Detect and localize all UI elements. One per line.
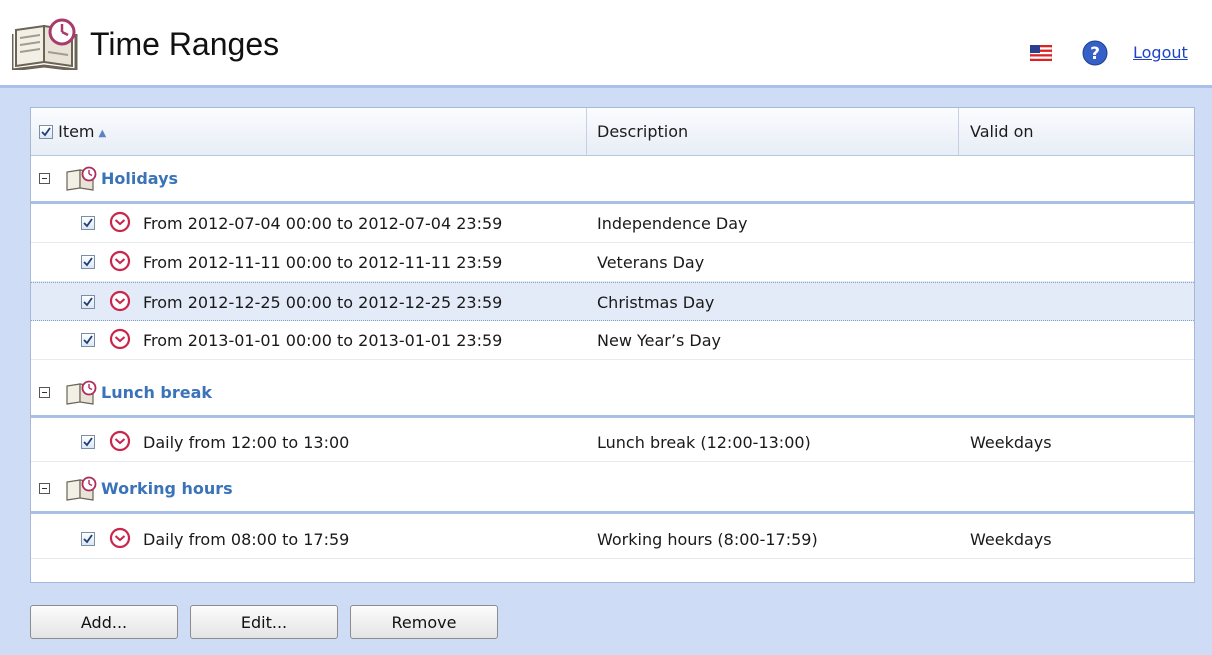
check-icon (83, 335, 93, 345)
collapse-icon[interactable] (39, 387, 50, 398)
row-checkbox[interactable] (81, 435, 95, 449)
cell-item: From 2012-07-04 00:00 to 2012-07-04 23:5… (143, 214, 503, 233)
us-flag-icon[interactable] (1030, 45, 1052, 61)
group-row-holidays: Holidays (31, 156, 1194, 204)
table-row[interactable]: From 2012-07-04 00:00 to 2012-07-04 23:5… (31, 204, 1194, 243)
row-checkbox[interactable] (81, 216, 95, 230)
check-icon (83, 218, 93, 228)
book-clock-icon (66, 476, 97, 501)
cell-description: Veterans Day (597, 253, 705, 272)
time-ranges-page: Time Ranges ? Logout Item ▲ Description … (0, 0, 1212, 655)
cell-item: Daily from 08:00 to 17:59 (143, 530, 350, 549)
book-clock-icon (12, 18, 78, 70)
edit-button[interactable]: Edit... (190, 605, 338, 639)
cell-description: Christmas Day (597, 293, 715, 312)
row-checkbox[interactable] (81, 532, 95, 546)
time-ranges-grid: Item ▲ Description Valid on Holidays Fro… (30, 107, 1195, 583)
table-row[interactable]: From 2012-11-11 00:00 to 2012-11-11 23:5… (31, 243, 1194, 282)
clock-icon (109, 328, 131, 350)
group-label[interactable]: Lunch break (101, 383, 212, 402)
sort-ascending-icon: ▲ (98, 128, 107, 139)
clock-icon (109, 250, 131, 272)
cell-item: Daily from 12:00 to 13:00 (143, 433, 350, 452)
clock-icon (109, 211, 131, 233)
cell-valid-on: Weekdays (970, 433, 1052, 452)
grid-header: Item ▲ Description Valid on (31, 108, 1194, 156)
table-row[interactable]: Daily from 12:00 to 13:00 Lunch break (1… (31, 423, 1194, 462)
clock-icon (109, 430, 131, 452)
add-button[interactable]: Add... (30, 605, 178, 639)
book-clock-icon (66, 380, 97, 405)
group-row-lunch-break: Lunch break (31, 370, 1194, 418)
check-icon (83, 297, 93, 307)
page-header: Time Ranges ? Logout (0, 0, 1212, 88)
row-checkbox[interactable] (81, 255, 95, 269)
check-icon (41, 127, 51, 137)
table-row-selected[interactable]: From 2012-12-25 00:00 to 2012-12-25 23:5… (31, 282, 1194, 321)
cell-item: From 2013-01-01 00:00 to 2013-01-01 23:5… (143, 331, 503, 350)
cell-item: From 2012-12-25 00:00 to 2012-12-25 23:5… (143, 293, 503, 312)
column-label-valid-on: Valid on (970, 122, 1034, 141)
cell-description: New Year’s Day (597, 331, 721, 350)
group-row-working-hours: Working hours (31, 466, 1194, 514)
column-label-description: Description (597, 122, 689, 141)
check-icon (83, 437, 93, 447)
remove-button[interactable]: Remove (350, 605, 498, 639)
cell-valid-on: Weekdays (970, 530, 1052, 549)
column-label-item: Item (58, 122, 95, 141)
cell-description: Working hours (8:00-17:59) (597, 530, 818, 549)
check-icon (83, 257, 93, 267)
question-mark-icon[interactable]: ? (1082, 40, 1108, 66)
collapse-icon[interactable] (39, 173, 50, 184)
cell-description: Independence Day (597, 214, 748, 233)
column-header-description[interactable]: Description (587, 108, 959, 155)
row-checkbox[interactable] (81, 333, 95, 347)
check-icon (83, 534, 93, 544)
cell-description: Lunch break (12:00-13:00) (597, 433, 811, 452)
group-label[interactable]: Holidays (101, 169, 178, 188)
row-checkbox[interactable] (81, 295, 95, 309)
svg-text:?: ? (1090, 44, 1100, 64)
select-all-checkbox[interactable] (39, 125, 53, 139)
book-clock-icon (66, 166, 97, 191)
collapse-icon[interactable] (39, 483, 50, 494)
clock-icon (109, 527, 131, 549)
cell-item: From 2012-11-11 00:00 to 2012-11-11 23:5… (143, 253, 503, 272)
page-title: Time Ranges (90, 26, 280, 62)
table-row[interactable]: From 2013-01-01 00:00 to 2013-01-01 23:5… (31, 321, 1194, 360)
column-header-item[interactable]: Item ▲ (31, 108, 587, 155)
logout-link[interactable]: Logout (1133, 43, 1188, 62)
clock-icon (109, 290, 131, 312)
group-label[interactable]: Working hours (101, 479, 233, 498)
column-header-valid-on[interactable]: Valid on (959, 108, 1194, 155)
table-row[interactable]: Daily from 08:00 to 17:59 Working hours … (31, 520, 1194, 559)
